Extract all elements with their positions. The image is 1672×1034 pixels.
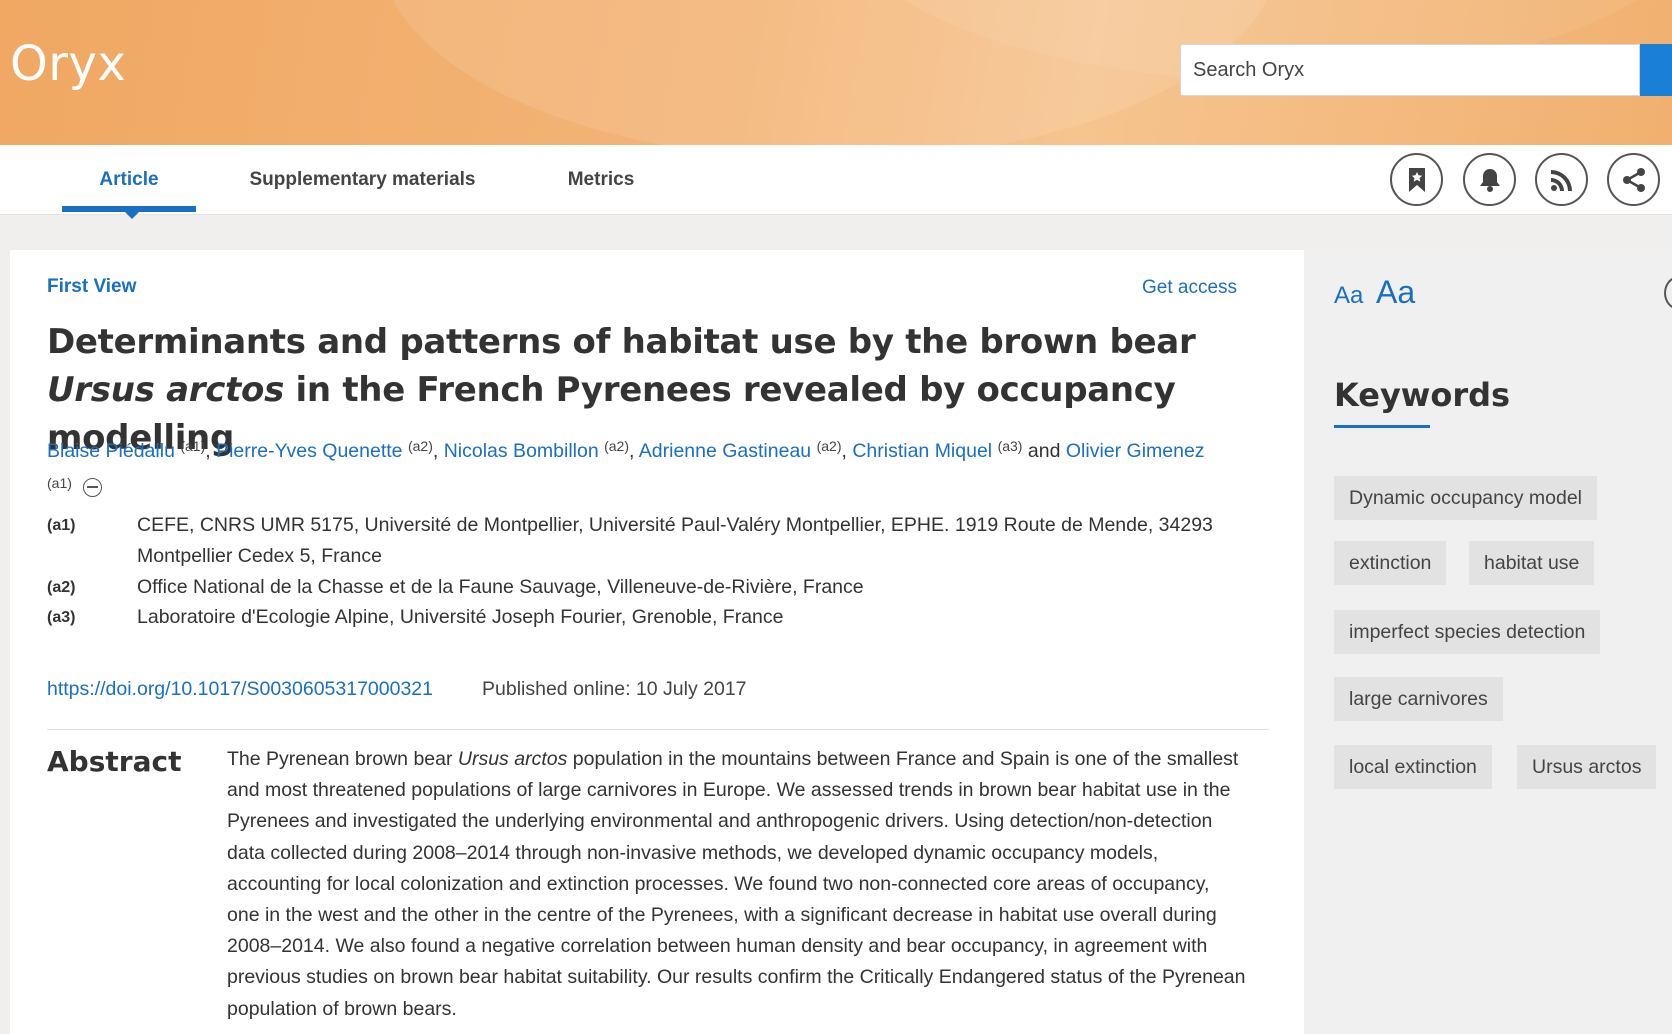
authors-and: and [1027, 440, 1061, 462]
author-link[interactable]: Blaise Piédallu [47, 440, 175, 462]
author-link[interactable]: Pierre-Yves Quenette [216, 440, 402, 462]
share-button[interactable] [1607, 153, 1660, 206]
affiliation-code: (a1) [47, 517, 76, 534]
keyword-chip[interactable]: extinction [1334, 541, 1447, 585]
abstract-heading: Abstract [47, 745, 182, 778]
abstract-text: The Pyrenean brown bear Ursus arctos pop… [227, 744, 1247, 1025]
author-affiliation-ref: (a2) [816, 438, 842, 454]
tab-metrics[interactable]: Metrics [555, 145, 647, 215]
affiliation-item: (a2) Office National de la Chasse et de … [47, 572, 1247, 603]
keyword-chip[interactable]: Dynamic occupancy model [1334, 476, 1598, 520]
author-affiliation-ref: (a3) [997, 438, 1023, 454]
abstract-text-body: population in the mountains between Fran… [227, 748, 1246, 1020]
search-box [1180, 44, 1640, 96]
title-text: Determinants and patterns of habitat use… [47, 322, 1196, 362]
tab-article[interactable]: Article [62, 145, 196, 215]
author-list: Blaise Piédallu (a1), Pierre-Yves Quenet… [47, 430, 1227, 504]
site-logo[interactable]: Oryx [10, 36, 126, 92]
font-size-increase[interactable]: Aa [1376, 274, 1415, 311]
doi-link[interactable]: https://doi.org/10.1017/S003060531700032… [47, 678, 433, 701]
keyword-chip[interactable]: large carnivores [1334, 677, 1503, 721]
affiliation-code: (a3) [47, 609, 76, 626]
get-access-link[interactable]: Get access [1142, 277, 1237, 299]
alert-button[interactable] [1463, 153, 1516, 206]
tab-supplementary-materials[interactable]: Supplementary materials [240, 145, 485, 215]
author-affiliation-ref: (a2) [604, 438, 630, 454]
title-species: Ursus arctos [47, 370, 285, 410]
keyword-chip[interactable]: imperfect species detection [1334, 610, 1601, 654]
rss-button[interactable] [1535, 153, 1588, 206]
author-link[interactable]: Adrienne Gastineau [639, 440, 811, 462]
bookmark-icon [1408, 167, 1425, 192]
affiliation-code: (a2) [47, 579, 76, 596]
article-status-label[interactable]: First View [47, 276, 136, 298]
keyword-chip[interactable]: habitat use [1469, 541, 1595, 585]
search-input[interactable] [1193, 58, 1639, 82]
keywords-heading: Keywords [1334, 376, 1511, 414]
author-link[interactable]: Christian Miquel [852, 440, 992, 462]
author-affiliation-ref: (a2) [407, 438, 433, 454]
author-affiliation-ref: (a1) [47, 475, 72, 491]
author-link[interactable]: Nicolas Bombillon [444, 440, 599, 462]
keyword-chip[interactable]: local extinction [1334, 745, 1492, 789]
author-affiliation-ref: (a1) [180, 438, 206, 454]
author-link[interactable]: Olivier Gimenez [1066, 440, 1205, 462]
share-icon [1622, 167, 1645, 192]
affiliation-text: Laboratoire d'Ecologie Alpine, Universit… [137, 606, 784, 628]
affiliation-item: (a1) CEFE, CNRS UMR 5175, Université de … [47, 510, 1247, 572]
keywords-underline [1334, 425, 1430, 428]
bookmark-button[interactable] [1390, 153, 1443, 206]
bell-icon [1479, 168, 1500, 192]
font-size-decrease[interactable]: Aa [1334, 282, 1363, 310]
keyword-chip[interactable]: Ursus arctos [1517, 745, 1657, 789]
abstract-species: Ursus arctos [457, 748, 568, 770]
affiliation-text: Office National de la Chasse et de la Fa… [137, 576, 864, 598]
collapse-authors-icon[interactable] [83, 478, 103, 497]
rss-icon [1550, 169, 1572, 191]
section-divider [47, 729, 1269, 730]
affiliation-item: (a3) Laboratoire d'Ecologie Alpine, Univ… [47, 602, 1247, 633]
affiliation-text: CEFE, CNRS UMR 5175, Université de Montp… [137, 514, 1213, 567]
search-button[interactable] [1640, 44, 1672, 96]
active-tab-caret [125, 212, 139, 219]
published-date: Published online: 10 July 2017 [482, 678, 747, 700]
abstract-text-start: The Pyrenean brown bear [227, 748, 458, 770]
